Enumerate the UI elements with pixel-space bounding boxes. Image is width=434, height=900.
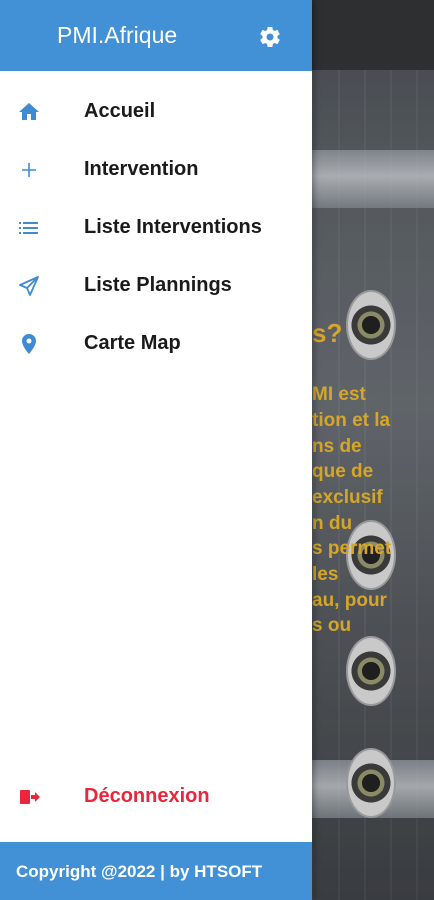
background-text-line: les	[312, 564, 339, 585]
background-vessel	[346, 636, 396, 706]
background-text-line: exclusif	[312, 487, 383, 508]
menu-item-accueil[interactable]: Accueil	[0, 87, 312, 137]
background-text-line: ns de	[312, 436, 362, 457]
background-header	[312, 0, 434, 70]
plus-icon	[17, 158, 41, 182]
background-heading: s?	[312, 318, 343, 348]
menu-item-liste-plannings[interactable]: Liste Plannings	[0, 261, 312, 311]
app-title: PMI.Afrique	[57, 22, 178, 48]
send-icon	[17, 274, 41, 298]
settings-button[interactable]	[258, 25, 282, 49]
menu-item-label: Accueil	[84, 100, 156, 122]
background-text-line: au, pour	[312, 590, 387, 611]
background-text-line: s permet	[312, 538, 392, 559]
background-text-line: tion et la	[312, 410, 391, 431]
list-icon	[17, 216, 41, 240]
menu-item-liste-interventions[interactable]: Liste Interventions	[0, 203, 312, 253]
logout-label: Déconnexion	[84, 785, 210, 807]
drawer-header: PMI.Afrique	[0, 0, 312, 71]
menu-item-label: Carte Map	[84, 332, 181, 354]
background-text-line: s ou	[312, 615, 352, 636]
background-text-line: n du	[312, 513, 353, 534]
background-vessel	[346, 290, 396, 360]
menu-item-label: Liste Interventions	[84, 216, 262, 238]
gear-icon	[260, 27, 280, 48]
background-vessel	[346, 748, 396, 818]
drawer-footer: Copyright @2022 | by HTSOFT	[0, 842, 312, 900]
background-text-line: que de	[312, 461, 374, 482]
home-icon	[17, 100, 41, 124]
menu-item-carte-map[interactable]: Carte Map	[0, 319, 312, 369]
menu-item-label: Intervention	[84, 158, 199, 180]
background-pipe	[312, 150, 434, 208]
navigation-drawer: PMI.Afrique Accueil Intervention Liste I…	[0, 0, 312, 900]
background-text-line: MI est	[312, 384, 366, 405]
menu-item-label: Liste Plannings	[84, 274, 232, 296]
logout-button[interactable]: Déconnexion	[0, 772, 312, 822]
logout-icon	[17, 785, 41, 809]
map-pin-icon	[17, 332, 41, 356]
menu-item-intervention[interactable]: Intervention	[0, 145, 312, 195]
copyright-text: Copyright @2022 | by HTSOFT	[16, 862, 263, 881]
